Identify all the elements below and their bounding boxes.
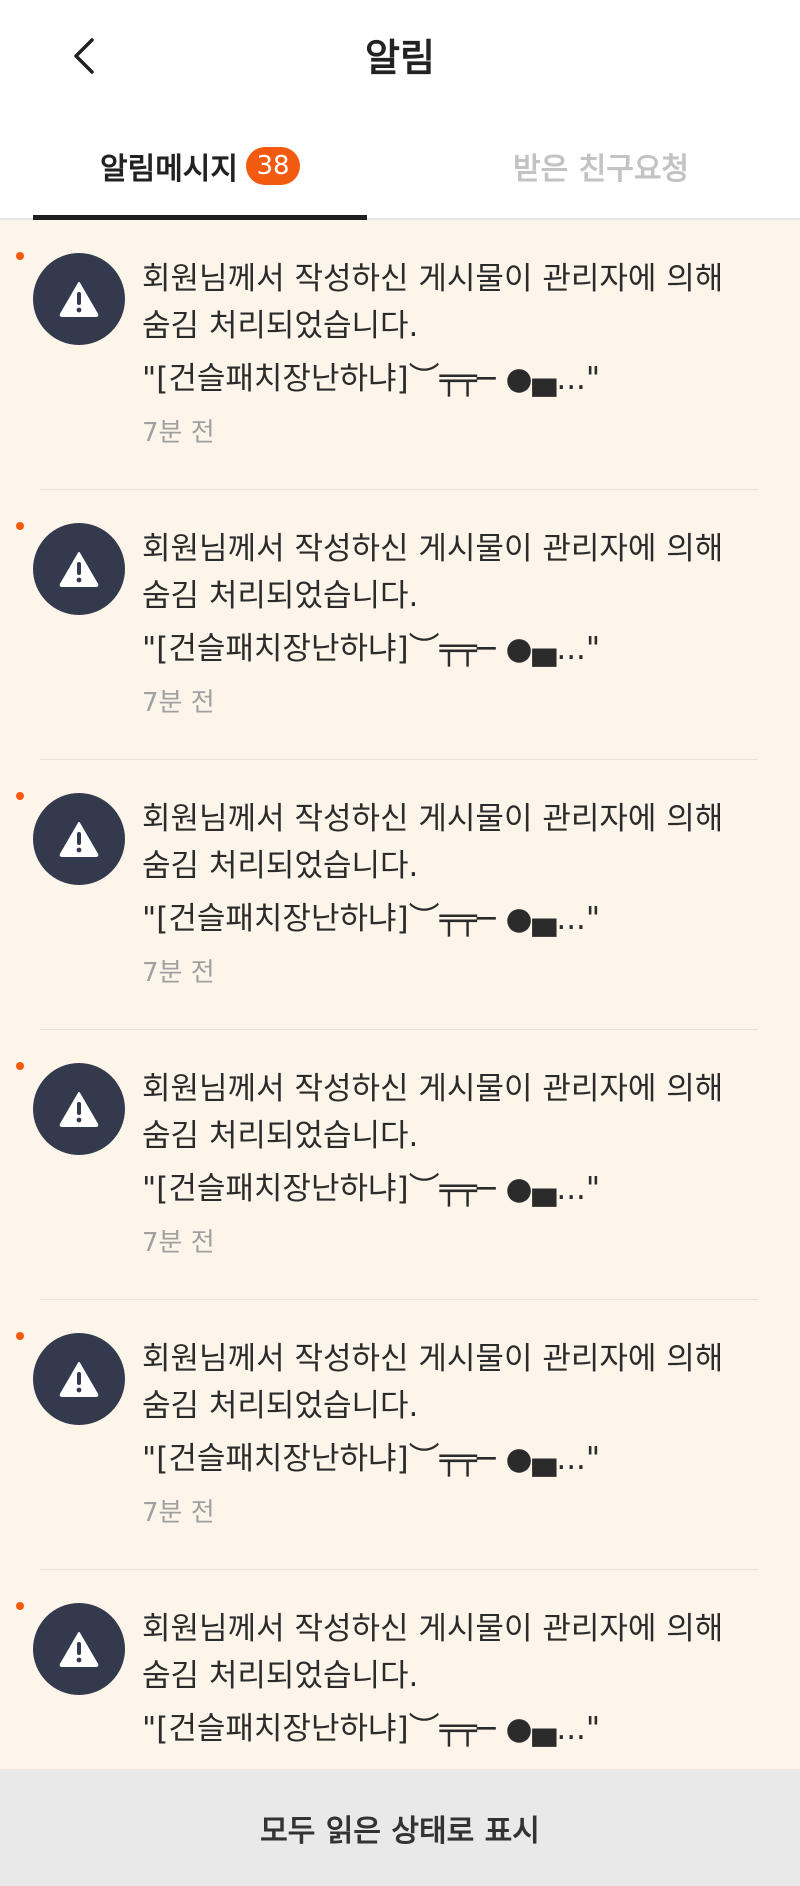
notification-time: 7분 전: [142, 1498, 215, 1528]
tab-friend-requests[interactable]: 받은 친구요청: [434, 114, 768, 218]
notification-item[interactable]: 회원님께서 작성하신 게시물이 관리자에 의해 숨김 처리되었습니다. "[건슬…: [0, 760, 800, 1030]
notification-message: 회원님께서 작성하신 게시물이 관리자에 의해 숨김 처리되었습니다.: [142, 1071, 724, 1154]
notification-message: 회원님께서 작성하신 게시물이 관리자에 의해 숨김 처리되었습니다.: [142, 1611, 724, 1694]
unread-dot: [16, 792, 24, 800]
notification-time: 7분 전: [142, 1228, 215, 1258]
tab-notification-messages[interactable]: 알림메시지 38: [33, 114, 367, 220]
notification-item[interactable]: 회원님께서 작성하신 게시물이 관리자에 의해 숨김 처리되었습니다. "[건슬…: [0, 490, 800, 760]
notification-post-title: "[건슬패치장난하냐]︶╤╤─ ●▄...": [142, 361, 601, 397]
warning-icon: [33, 1333, 125, 1425]
notification-item[interactable]: 회원님께서 작성하신 게시물이 관리자에 의해 숨김 처리되었습니다. "[건슬…: [0, 1300, 800, 1570]
notification-message: 회원님께서 작성하신 게시물이 관리자에 의해 숨김 처리되었습니다.: [142, 531, 724, 614]
notifications-screen: 알림 알림메시지 38 받은 친구요청 회원님께서 작성하신 게시물이 관리자에…: [0, 0, 800, 1886]
mark-all-read-label: 모두 읽은 상태로 표시: [260, 1813, 540, 1849]
notification-post-title: "[건슬패치장난하냐]︶╤╤─ ●▄...": [142, 901, 601, 937]
unread-dot: [16, 1332, 24, 1340]
unread-dot: [16, 1602, 24, 1610]
notification-post-title: "[건슬패치장난하냐]︶╤╤─ ●▄...": [142, 1171, 601, 1207]
warning-icon: [33, 523, 125, 615]
tab-label: 받은 친구요청: [512, 152, 690, 187]
notification-message: 회원님께서 작성하신 게시물이 관리자에 의해 숨김 처리되었습니다.: [142, 801, 724, 884]
warning-icon: [33, 1603, 125, 1695]
notification-time: 7분 전: [142, 958, 215, 988]
notification-message: 회원님께서 작성하신 게시물이 관리자에 의해 숨김 처리되었습니다.: [142, 261, 724, 344]
notification-time: 7분 전: [142, 688, 215, 718]
notification-item[interactable]: 회원님께서 작성하신 게시물이 관리자에 의해 숨김 처리되었습니다. "[건슬…: [0, 1030, 800, 1300]
unread-dot: [16, 1062, 24, 1070]
notification-item[interactable]: 회원님께서 작성하신 게시물이 관리자에 의해 숨김 처리되었습니다. "[건슬…: [0, 1570, 800, 1770]
warning-icon: [33, 1063, 125, 1155]
notification-list[interactable]: 회원님께서 작성하신 게시물이 관리자에 의해 숨김 처리되었습니다. "[건슬…: [0, 220, 800, 1770]
warning-icon: [33, 253, 125, 345]
tab-bar: 알림메시지 38 받은 친구요청: [0, 114, 800, 220]
notification-time: 7분 전: [142, 418, 215, 448]
notification-message: 회원님께서 작성하신 게시물이 관리자에 의해 숨김 처리되었습니다.: [142, 1341, 724, 1424]
warning-icon: [33, 793, 125, 885]
mark-all-read-button[interactable]: 모두 읽은 상태로 표시: [0, 1769, 800, 1886]
notification-post-title: "[건슬패치장난하냐]︶╤╤─ ●▄...": [142, 1441, 601, 1477]
notification-post-title: "[건슬패치장난하냐]︶╤╤─ ●▄...": [142, 631, 601, 667]
header: 알림: [0, 0, 800, 114]
unread-dot: [16, 522, 24, 530]
tab-label: 알림메시지: [100, 152, 238, 187]
notification-post-title: "[건슬패치장난하냐]︶╤╤─ ●▄...": [142, 1711, 601, 1747]
page-title: 알림: [365, 36, 435, 80]
unread-dot: [16, 252, 24, 260]
unread-count-badge: 38: [246, 147, 300, 185]
notification-item[interactable]: 회원님께서 작성하신 게시물이 관리자에 의해 숨김 처리되었습니다. "[건슬…: [0, 220, 800, 490]
